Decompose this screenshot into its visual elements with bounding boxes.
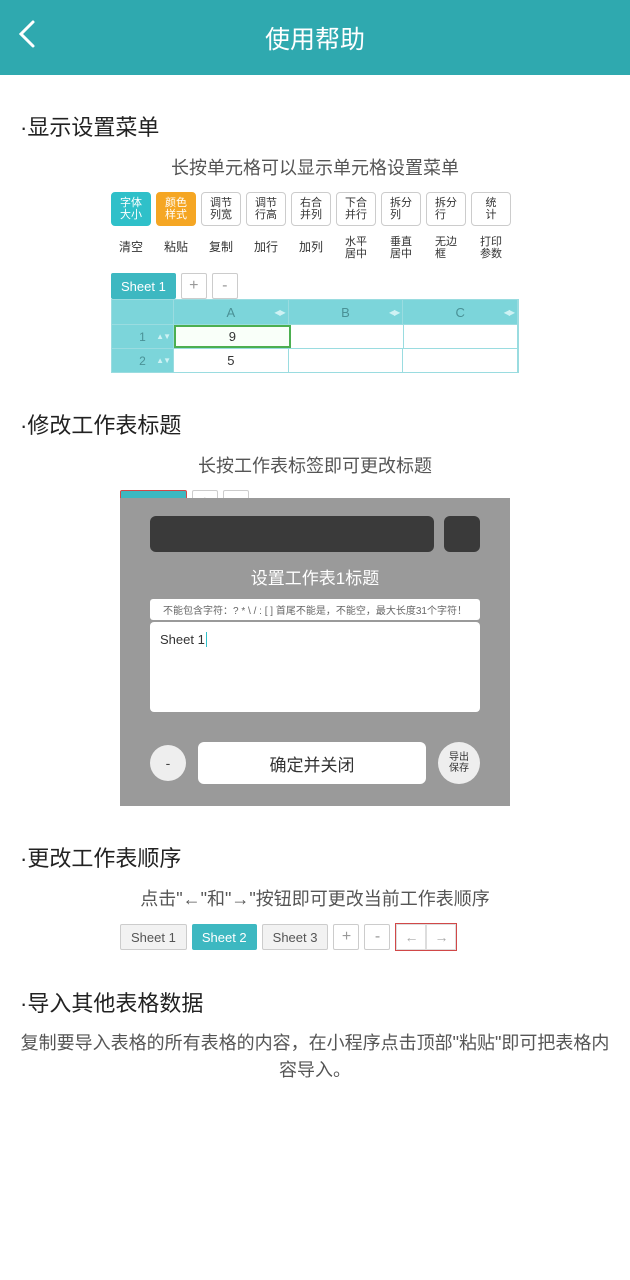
tab-add-icon: +: [333, 924, 359, 950]
dialog-export-save-button: 导出保存: [438, 742, 480, 784]
col-header-c: C◀▶: [403, 300, 518, 324]
reorder-arrows: ← →: [395, 923, 457, 951]
cell-c1: [404, 325, 518, 348]
section-title-rename: ·修改工作表标题: [20, 408, 610, 440]
menu-clear: 清空: [111, 231, 151, 265]
menu-add-col: 加列: [291, 231, 331, 265]
section-title-import: ·导入其他表格数据: [20, 986, 610, 1018]
cell-b2: [289, 349, 404, 372]
menu-merge-down: 下合 并行: [336, 192, 376, 226]
menu-add-row: 加行: [246, 231, 286, 265]
tab-add-icon: +: [181, 273, 207, 299]
menu-row-1: 字体 大小 颜色 样式 调节 列宽 调节 行高 右合 并列 下合 并行 拆分 列…: [111, 192, 519, 226]
app-header: 使用帮助: [0, 0, 630, 75]
menu-row-2: 清空 粘贴 复制 加行 加列 水平 居中 垂直 居中 无边 框 打印 参数: [111, 231, 519, 265]
section-subtitle-rename: 长按工作表标签即可更改标题: [20, 452, 610, 478]
dialog-input: Sheet 1: [150, 622, 480, 712]
move-right-icon: →: [426, 924, 456, 950]
menu-stats: 统 计: [471, 192, 511, 226]
menu-row-height: 调节 行高: [246, 192, 286, 226]
cell-b1: [291, 325, 405, 348]
dialog-bg-bar: [444, 516, 480, 552]
menu-no-border: 无边 框: [426, 231, 466, 265]
move-left-icon: ←: [396, 924, 426, 950]
cell-c2: [403, 349, 518, 372]
tab-sheet1: Sheet 1: [111, 273, 176, 299]
col-header-b: B◀▶: [289, 300, 404, 324]
spreadsheet-grid-1: A◀▶ B◀▶ C◀▶ 1▲▼ 9 2▲▼ 5: [111, 299, 519, 373]
menu-paste: 粘贴: [156, 231, 196, 265]
tab-sheet2-active: Sheet 2: [192, 924, 257, 950]
tab-remove-icon: -: [364, 924, 390, 950]
screenshot-rename-dialog: Sheet 1 + - A◀▶ B◀▶ C◀▶ 1▲▼92▲▼53▲▼34▲▼2…: [120, 490, 510, 806]
menu-font-size: 字体 大小: [111, 192, 151, 226]
page-title: 使用帮助: [0, 20, 630, 56]
col-header-a: A◀▶: [174, 300, 289, 324]
tab-sheet3: Sheet 3: [262, 924, 329, 950]
cell-a1: 9: [174, 325, 291, 348]
row-header-2: 2▲▼: [112, 349, 174, 372]
dialog-confirm-button: 确定并关闭: [198, 742, 426, 784]
menu-copy: 复制: [201, 231, 241, 265]
screenshot-reorder: Sheet 1 Sheet 2 Sheet 3 + - ← →: [120, 923, 510, 951]
dialog-title: 设置工作表1标题: [150, 564, 480, 589]
grid-corner: [112, 300, 174, 324]
section-subtitle-menu: 长按单元格可以显示单元格设置菜单: [20, 154, 610, 180]
back-icon[interactable]: [15, 18, 37, 58]
menu-v-center: 垂直 居中: [381, 231, 421, 265]
menu-print: 打印 参数: [471, 231, 511, 265]
row-header-1: 1▲▼: [112, 325, 174, 348]
section-title-reorder: ·更改工作表顺序: [20, 841, 610, 873]
tab-remove-icon: -: [212, 273, 238, 299]
dialog-hint: 不能包含字符：? * \ / : [ ] 首尾不能是，不能空，最大长度31个字符…: [150, 599, 480, 620]
sheet-tabs: Sheet 1 + -: [111, 273, 519, 299]
menu-split-row: 拆分 行: [426, 192, 466, 226]
rename-dialog: 设置工作表1标题 不能包含字符：? * \ / : [ ] 首尾不能是，不能空，…: [120, 498, 510, 806]
cell-a2: 5: [174, 349, 289, 372]
section-title-menu: ·显示设置菜单: [20, 110, 610, 142]
screenshot-cell-menu: 字体 大小 颜色 样式 调节 列宽 调节 行高 右合 并列 下合 并行 拆分 列…: [111, 192, 519, 373]
menu-split-col: 拆分 列: [381, 192, 421, 226]
menu-h-center: 水平 居中: [336, 231, 376, 265]
menu-color-style: 颜色 样式: [156, 192, 196, 226]
menu-merge-right: 右合 并列: [291, 192, 331, 226]
dialog-minus-button: -: [150, 745, 186, 781]
menu-col-width: 调节 列宽: [201, 192, 241, 226]
section-body-import: 复制要导入表格的所有表格的内容，在小程序点击顶部"粘贴"即可把表格内容导入。: [20, 1030, 610, 1084]
tab-sheet1: Sheet 1: [120, 924, 187, 950]
dialog-bg-bar: [150, 516, 434, 552]
section-subtitle-reorder: 点击"←"和"→"按钮即可更改当前工作表顺序: [20, 885, 610, 911]
